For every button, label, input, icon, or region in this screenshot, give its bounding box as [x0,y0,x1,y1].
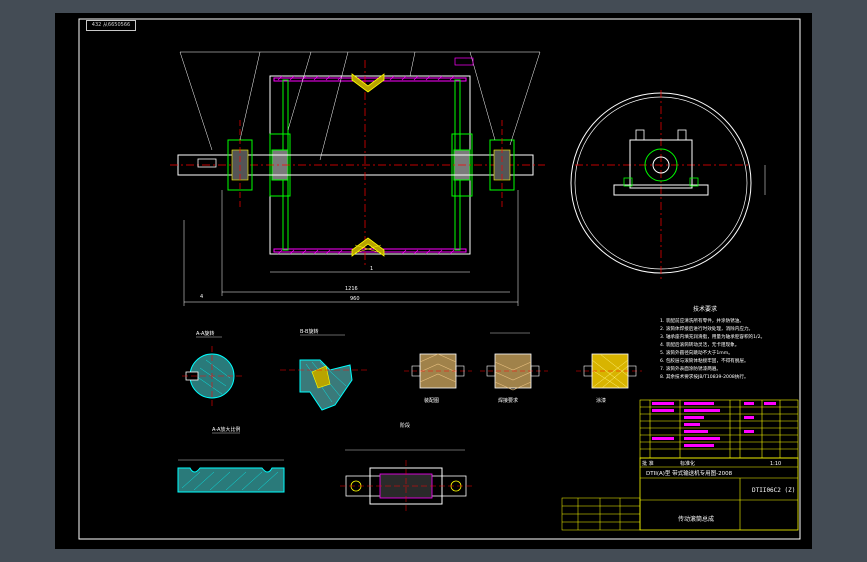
dim-2: 960 [350,296,360,302]
tech-requirements: 技术要求 1. 装配前应清洗所有零件，并涂防锈油。 2. 滚筒体焊接后进行时效处… [660,305,765,380]
parts-list-fill [652,402,776,447]
section-label-a: A-A旋转 [196,330,214,337]
cad-drawing: 4 960 1216 1 A-A旋转 B-B旋转 装配图 焊接要求 涂漆 A-A… [78,18,801,540]
project-title: DTII(A)型 带式输送机专用图-2008 [646,469,733,477]
tech-req-line: 3. 轴承座内填充润滑脂，用量为轴承腔容积的1/2。 [660,333,765,340]
lagging-views: 装配图 焊接要求 涂漆 [404,332,642,404]
section-label-d: 阶段 [400,422,410,429]
drawing-name: 传动滚筒总成 [678,515,714,523]
lagging-profile: A-A放大比例 [177,426,285,493]
view-label-2: 焊接要求 [498,397,518,404]
dim-3: 1216 [345,286,358,292]
scale-value: 1:10 [770,461,781,467]
view-label-1: 装配图 [424,397,439,404]
drawing-number: DTII06C2 (Z) [752,487,795,494]
revision-block [561,497,641,531]
parts-list [639,399,799,459]
section-label-c: A-A放大比例 [212,426,240,433]
section-b-b: B-B旋转 [280,328,370,411]
tech-req-line: 2. 滚筒体焊接后进行时效处理，消除内应力。 [660,325,753,332]
section-a-a: A-A旋转 [182,330,242,406]
dim-1: 4 [200,294,203,300]
view-label-3: 涂漆 [596,397,606,404]
tech-req-line: 7. 滚筒外表面涂防锈漆两遍。 [660,365,721,372]
standard-label: 标准化 [680,460,695,467]
side-view [570,90,766,280]
title-block: 批 准 标准化 1:10 DTII(A)型 带式输送机专用图-2008 DTII… [639,457,799,531]
approve-label: 批 准 [642,460,654,467]
tech-req-line: 1. 装配前应清洗所有零件，并涂防锈油。 [660,317,744,324]
tech-req-line: 6. 包胶层与滚筒体粘接牢固，不得有脱层。 [660,357,749,364]
tech-req-title: 技术要求 [693,305,717,313]
tech-req-line: 4. 装配后滚筒转动灵活，无卡阻现象。 [660,341,739,348]
section-label-b: B-B旋转 [300,328,319,335]
main-assembly-view: 4 960 1216 1 [170,51,545,306]
tech-req-line: 5. 滚筒外圆径向跳动不大于1mm。 [660,349,733,356]
dim-4: 1 [370,266,373,272]
tech-req-line: 8. 其余技术要求按JB/T10839-2008执行。 [660,373,749,380]
bearing-plan: 阶段 [340,422,472,512]
